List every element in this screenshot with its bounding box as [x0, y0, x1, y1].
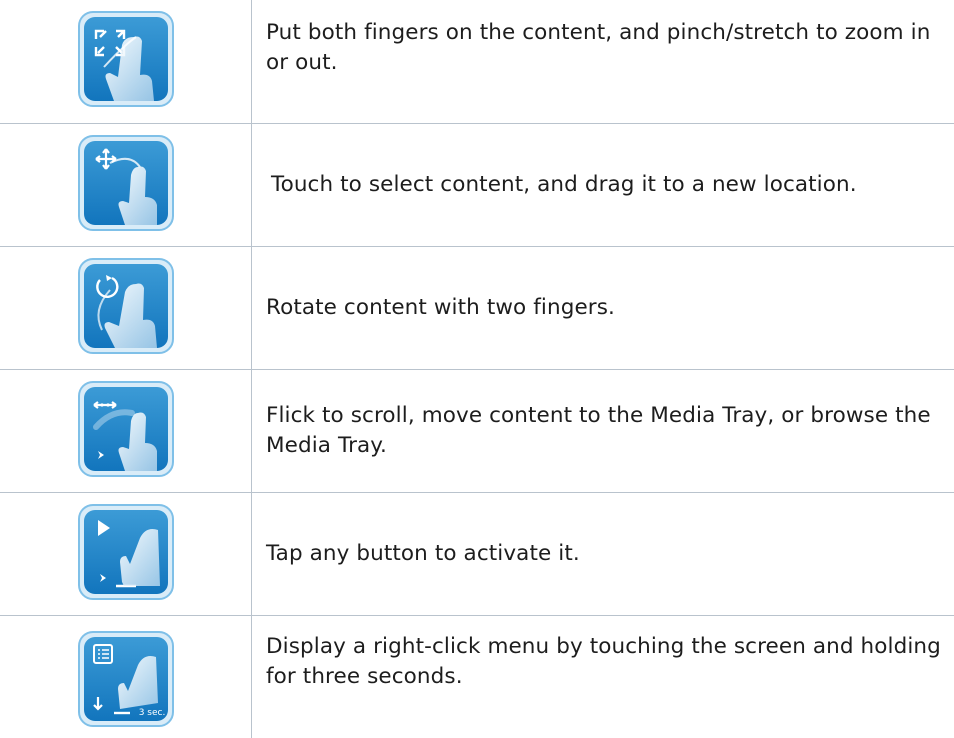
- gesture-table: Put both fingers on the content, and pin…: [0, 0, 954, 738]
- table-row: Tap any button to activate it.: [0, 491, 954, 616]
- gesture-description: Touch to select content, and drag it to …: [251, 122, 954, 247]
- tap-gesture-icon: [76, 502, 176, 602]
- flick-gesture-icon: [76, 379, 176, 479]
- table-row: Rotate content with two fingers.: [0, 245, 954, 370]
- table-row: Put both fingers on the content, and pin…: [0, 0, 954, 124]
- gesture-description: Flick to scroll, move content to the Med…: [251, 368, 954, 493]
- pinch-zoom-gesture-icon: [76, 9, 176, 109]
- table-row: Flick to scroll, move content to the Med…: [0, 368, 954, 493]
- icon-cell: [0, 368, 252, 493]
- icon-cell: [0, 0, 252, 124]
- drag-gesture-icon: [76, 133, 176, 233]
- table-row: Touch to select content, and drag it to …: [0, 122, 954, 247]
- gesture-description: Tap any button to activate it.: [251, 491, 954, 616]
- gesture-description: Rotate content with two fingers.: [251, 245, 954, 370]
- gesture-description: Put both fingers on the content, and pin…: [251, 0, 954, 124]
- icon-cell: 3 sec.: [0, 614, 252, 738]
- icon-cell: [0, 122, 252, 247]
- table-row: 3 sec. Display a right-click menu by tou…: [0, 614, 954, 738]
- icon-cell: [0, 245, 252, 370]
- hold-duration-badge: 3 sec.: [138, 708, 165, 718]
- gesture-description: Display a right-click menu by touching t…: [251, 614, 954, 738]
- press-hold-gesture-icon: 3 sec.: [76, 629, 176, 729]
- icon-cell: [0, 491, 252, 616]
- rotate-gesture-icon: [76, 256, 176, 356]
